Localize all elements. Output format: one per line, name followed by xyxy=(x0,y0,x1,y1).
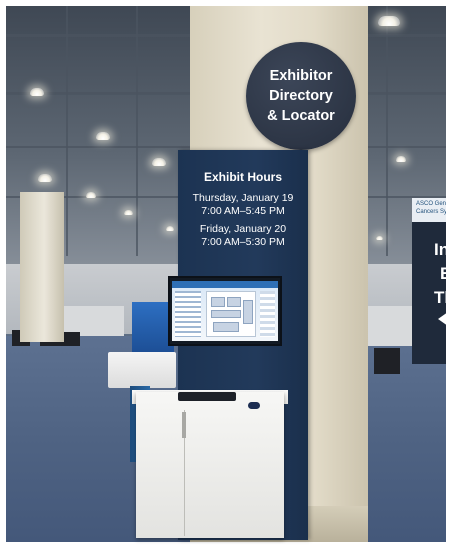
sign-header: ASCO Gen Cancers Sym xyxy=(412,198,446,222)
ceiling-light xyxy=(378,16,400,26)
ceiling-light xyxy=(38,174,52,182)
sign-line: Directory xyxy=(269,88,333,104)
far-booth-table xyxy=(374,348,400,374)
mouse xyxy=(248,402,260,409)
map-booth xyxy=(243,300,253,324)
day1-time: 7:00 AM–5:45 PM xyxy=(201,205,285,217)
sign-line: Exhibitor xyxy=(269,68,333,84)
keyboard xyxy=(178,392,236,401)
exhibit-direction-sign: ASCO Gen Cancers Sym In E Th xyxy=(412,198,446,364)
day1-date: Thursday, January 19 xyxy=(192,192,294,204)
sign-text: In E Th xyxy=(434,238,446,310)
ceiling-light xyxy=(376,236,383,240)
kiosk-monitor xyxy=(168,276,282,346)
screen-detail-panel xyxy=(260,291,275,337)
sign-header-line: ASCO Gen xyxy=(416,201,446,207)
map-booth xyxy=(211,310,241,318)
ceiling-truss xyxy=(66,6,68,256)
booth-table xyxy=(108,352,176,388)
map-booth xyxy=(213,322,239,332)
ceiling-light xyxy=(86,192,96,198)
sign-header-line: Cancers Sym xyxy=(416,209,446,215)
screen-exhibitor-list[interactable] xyxy=(175,291,201,337)
far-booth xyxy=(364,306,412,346)
left-arrow-icon xyxy=(438,312,446,326)
background-pillar xyxy=(20,192,64,342)
screen-header-bar xyxy=(172,281,278,288)
exhibitor-directory-sign: Exhibitor Directory & Locator xyxy=(246,42,356,150)
kiosk-screen[interactable] xyxy=(172,281,278,341)
sign-line: & Locator xyxy=(267,108,335,124)
day2-time: 7:00 AM–5:30 PM xyxy=(201,236,285,248)
day2-date: Friday, January 20 xyxy=(199,223,287,235)
ceiling-light xyxy=(166,226,174,231)
sign-text-line: In xyxy=(434,240,446,259)
white-cabinet xyxy=(136,392,284,538)
exhibit-hours-title: Exhibit Hours xyxy=(203,170,282,184)
ceiling-light xyxy=(30,88,44,96)
ceiling-light xyxy=(96,132,110,140)
ceiling-light xyxy=(124,210,133,215)
sign-text-line: E xyxy=(440,264,446,283)
ceiling-truss xyxy=(136,6,138,256)
ceiling-truss xyxy=(386,6,388,256)
ceiling-light xyxy=(152,158,166,166)
sign-text-line: Th xyxy=(434,288,446,307)
ceiling-light xyxy=(396,156,406,162)
screen-floor-map[interactable] xyxy=(206,291,256,337)
map-booth xyxy=(211,297,225,307)
cabinet-handle xyxy=(182,412,186,438)
map-booth xyxy=(227,297,241,307)
